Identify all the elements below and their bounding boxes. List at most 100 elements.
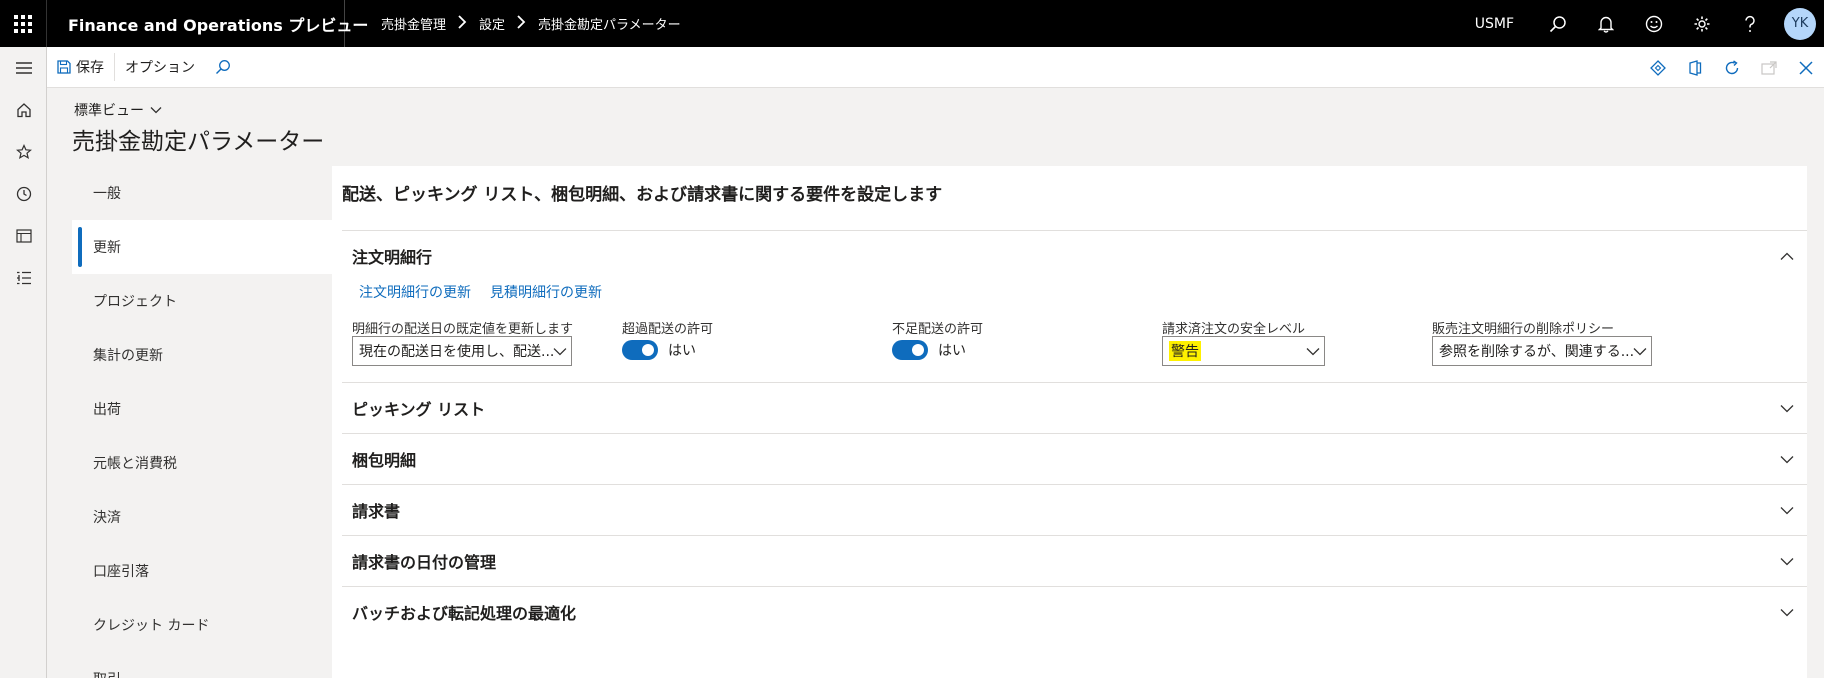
tab-label: 出荷 [93,402,121,418]
breadcrumb: 売掛金管理 設定 売掛金勘定パラメーター [345,14,681,33]
field-label: 販売注文明細行の削除ポリシー [1432,322,1615,337]
refresh-button[interactable] [1713,47,1750,88]
tab-ledger-sales-tax[interactable]: 元帳と消費税 [72,436,332,490]
search-button[interactable] [1534,0,1582,47]
over-delivery-field: 超過配送の許可 はい [622,318,822,360]
fasttab-header[interactable]: 請求書 [342,485,1807,535]
tab-label: 集計の更新 [93,348,163,364]
fasttab-title: 請求書 [352,502,401,521]
home-icon [16,103,31,118]
safety-level-field: 請求済注文の安全レベル 警告 [1162,318,1325,366]
pop-out-icon [1760,60,1777,75]
tab-label: 更新 [93,240,121,256]
fasttab-picking-list: ピッキング リスト [342,382,1807,433]
tab-settlement[interactable]: 決済 [72,490,332,544]
fasttab-title: 注文明細行 [352,248,433,267]
delivery-date-field: 明細行の配送日の既定値を更新します 現在の配送日を使用し、配送... [352,318,573,366]
open-new-window-button[interactable] [1750,47,1787,88]
waffle-icon [14,14,32,33]
save-label: 保存 [76,60,104,76]
modules-button[interactable] [0,257,47,299]
action-pane: 保存 オプション [47,47,1824,88]
update-order-lines-link[interactable]: 注文明細行の更新 [359,282,471,302]
chevron-down-icon [553,347,567,355]
view-selector[interactable]: 標準ビュー [74,100,162,120]
tab-content-panel: 配送、ピッキング リスト、梱包明細、および請求書に関する要件を設定します 注文明… [332,166,1807,678]
tab-summary-update[interactable]: 集計の更新 [72,328,332,382]
connections-button[interactable] [1639,47,1676,88]
menu-button[interactable] [0,47,47,89]
tab-label: 決済 [93,510,121,526]
breadcrumb-item-ar[interactable]: 売掛金管理 [381,14,446,33]
delivery-date-select[interactable]: 現在の配送日を使用し、配送... [352,336,572,366]
breadcrumb-item-setup[interactable]: 設定 [479,14,505,33]
office-icon [1688,59,1701,76]
fasttab-batch-posting-optimization: バッチおよび転記処理の最適化 [342,586,1807,637]
tab-general[interactable]: 一般 [72,166,332,220]
update-quotation-lines-link[interactable]: 見積明細行の更新 [490,282,602,302]
fasttab-invoice-date-control: 請求書の日付の管理 [342,535,1807,586]
under-delivery-toggle[interactable] [892,340,928,360]
save-button[interactable]: 保存 [47,47,114,88]
hamburger-icon [15,62,32,74]
fasttab-header[interactable]: 注文明細行 [342,231,1807,281]
workspaces-button[interactable] [0,215,47,257]
view-selector-label: 標準ビュー [74,103,144,119]
app-name[interactable]: Finance and Operations プレビュー [47,0,368,47]
field-label: 請求済注文の安全レベル [1162,322,1306,337]
toggle-label: はい [938,343,966,359]
top-navigation-bar: Finance and Operations プレビュー 売掛金管理 設定 売掛… [0,0,1824,47]
options-button[interactable]: オプション [115,47,205,88]
safety-level-select[interactable]: 警告 [1162,336,1325,366]
order-lines-fields: 明細行の配送日の既定値を更新します 現在の配送日を使用し、配送... 超過配送の… [352,318,1772,368]
favorites-button[interactable] [0,131,47,173]
fasttab-header[interactable]: 請求書の日付の管理 [342,536,1807,586]
content-title: 配送、ピッキング リスト、梱包明細、および請求書に関する要件を設定します [342,185,943,205]
over-delivery-toggle[interactable] [622,340,658,360]
notifications-button[interactable] [1582,0,1630,47]
under-delivery-toggle-row: はい [892,340,1092,360]
fasttab-packing-slip: 梱包明細 [342,433,1807,484]
user-avatar[interactable]: YK [1784,7,1816,40]
recent-button[interactable] [0,173,47,215]
tab-direct-debit[interactable]: 口座引落 [72,544,332,598]
toggle-label: はい [668,343,696,359]
breadcrumb-item-current[interactable]: 売掛金勘定パラメーター [538,14,681,33]
fasttab-header[interactable]: ピッキング リスト [342,383,1807,433]
feedback-button[interactable] [1630,0,1678,47]
tab-updates[interactable]: 更新 [72,220,332,274]
home-button[interactable] [0,89,47,131]
over-delivery-toggle-row: はい [622,340,822,360]
diamond-link-icon [1649,59,1666,76]
options-label: オプション [125,60,195,76]
tab-project[interactable]: プロジェクト [72,274,332,328]
close-button[interactable] [1787,47,1824,88]
gear-icon [1694,16,1710,31]
tab-label: 一般 [93,186,121,202]
page-title: 売掛金勘定パラメーター [72,129,325,155]
vertical-tab-list: 一般 更新 プロジェクト 集計の更新 出荷 元帳と消費税 決済 口座引落 クレジ… [72,166,332,678]
chevron-down-icon [1306,347,1320,355]
fasttab-title: 請求書の日付の管理 [352,553,497,572]
action-search-button[interactable] [205,47,241,88]
office-button[interactable] [1676,47,1713,88]
fasttab-order-lines: 注文明細行 [342,230,1807,281]
fasttab-header[interactable]: バッチおよび転記処理の最適化 [342,587,1807,637]
question-icon [1745,15,1755,32]
smiley-icon [1645,15,1663,32]
chevron-down-icon [1767,455,1807,464]
chevron-up-icon [1767,252,1807,261]
top-right-controls: USMF YK [1475,0,1824,47]
company-picker[interactable]: USMF [1475,16,1514,32]
app-launcher-button[interactable] [0,0,47,47]
help-button[interactable] [1726,0,1774,47]
tab-credit-card[interactable]: クレジット カード [72,598,332,652]
save-icon [57,60,71,74]
fasttab-title: 梱包明細 [352,451,417,470]
tab-transactions[interactable]: 取引 [72,652,332,678]
chevron-down-icon [1767,608,1807,617]
settings-button[interactable] [1678,0,1726,47]
deletion-policy-select[interactable]: 参照を削除するが、関連する... [1432,336,1652,366]
tab-shipments[interactable]: 出荷 [72,382,332,436]
fasttab-header[interactable]: 梱包明細 [342,434,1807,484]
